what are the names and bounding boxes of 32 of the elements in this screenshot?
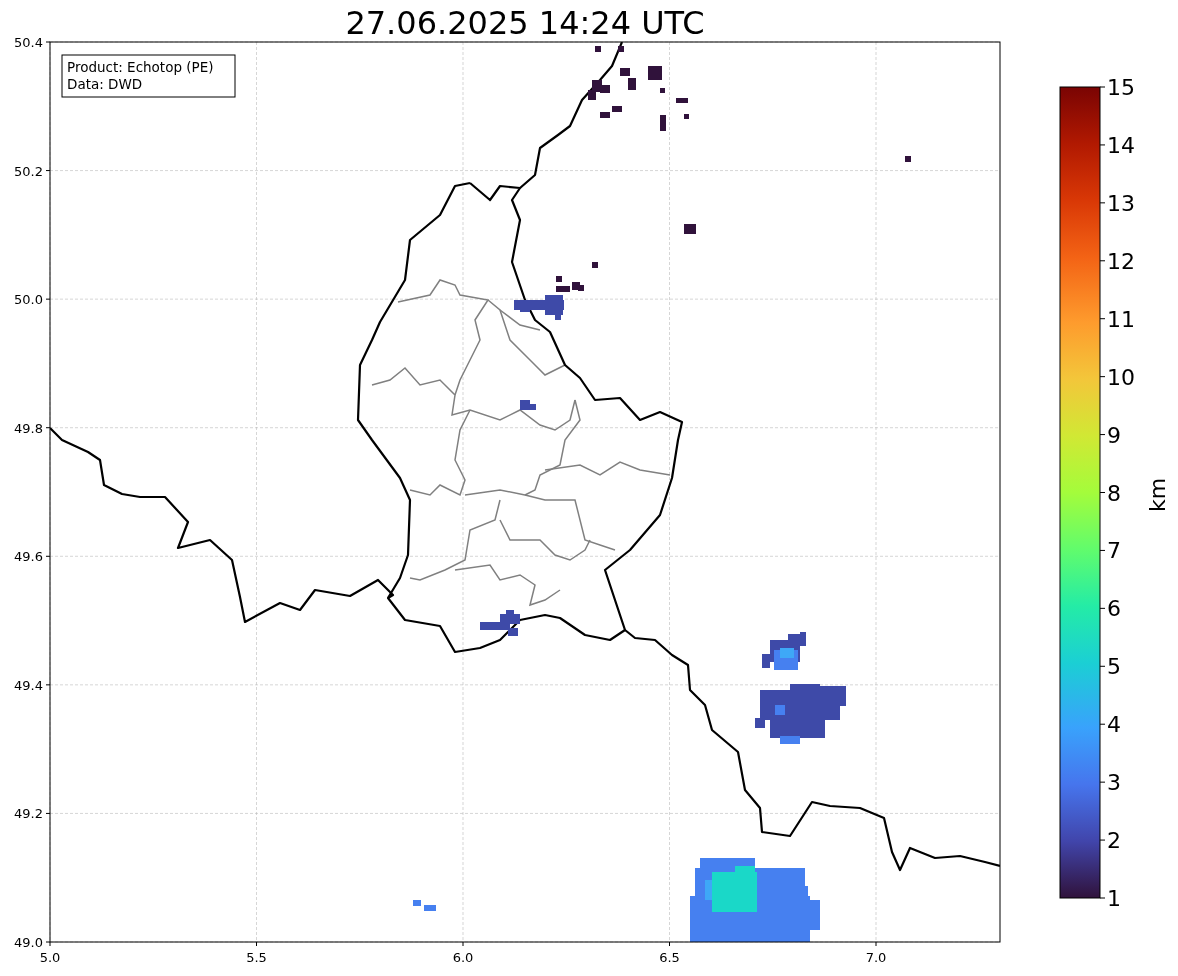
legend-text: Data: DWD — [67, 76, 143, 92]
y-tick-label: 49.2 — [14, 806, 43, 822]
y-tick-label: 49.8 — [14, 420, 43, 436]
colorbar-tick-label: 4 — [1107, 712, 1121, 738]
y-tick-label: 49.6 — [14, 549, 43, 565]
y-tick-label: 50.4 — [14, 35, 43, 50]
colorbar-tick-label: 12 — [1107, 248, 1135, 274]
colorbar-tick-label: 8 — [1107, 480, 1121, 506]
x-tick-label: 7.0 — [865, 950, 887, 965]
colorbar-label: km — [1145, 477, 1170, 513]
colorbar-tick-label: 9 — [1107, 422, 1121, 448]
chart-title: 27.06.2025 14:24 UTC — [345, 4, 705, 42]
colorbar-tick-label: 10 — [1107, 364, 1135, 390]
colorbar-tick-label: 11 — [1107, 306, 1135, 332]
y-tick-label: 49.0 — [14, 935, 43, 950]
y-tick-label: 49.4 — [14, 677, 43, 693]
colorbar-tick-label: 3 — [1107, 770, 1121, 796]
colorbar-tick-label: 1 — [1107, 886, 1121, 911]
colorbar-tick-label: 14 — [1107, 132, 1135, 158]
x-tick-label: 5.5 — [246, 950, 267, 965]
x-tick-label: 6.5 — [659, 950, 680, 965]
colorbar-tick-label: 5 — [1107, 654, 1121, 680]
colorbar-tick-label: 6 — [1107, 596, 1121, 622]
colorbar-tick-label: 2 — [1107, 828, 1121, 854]
x-tick-label: 5.0 — [39, 950, 61, 965]
legend-text: Product: Echotop (PE) — [67, 59, 214, 75]
y-tick-label: 50.0 — [14, 292, 43, 308]
y-tick-label: 50.2 — [14, 163, 43, 179]
x-tick-label: 6.0 — [452, 950, 474, 965]
colorbar-tick-label: 13 — [1107, 190, 1135, 216]
colorbar-tick-label: 7 — [1107, 538, 1121, 564]
colorbar-tick-label: 15 — [1107, 75, 1135, 100]
